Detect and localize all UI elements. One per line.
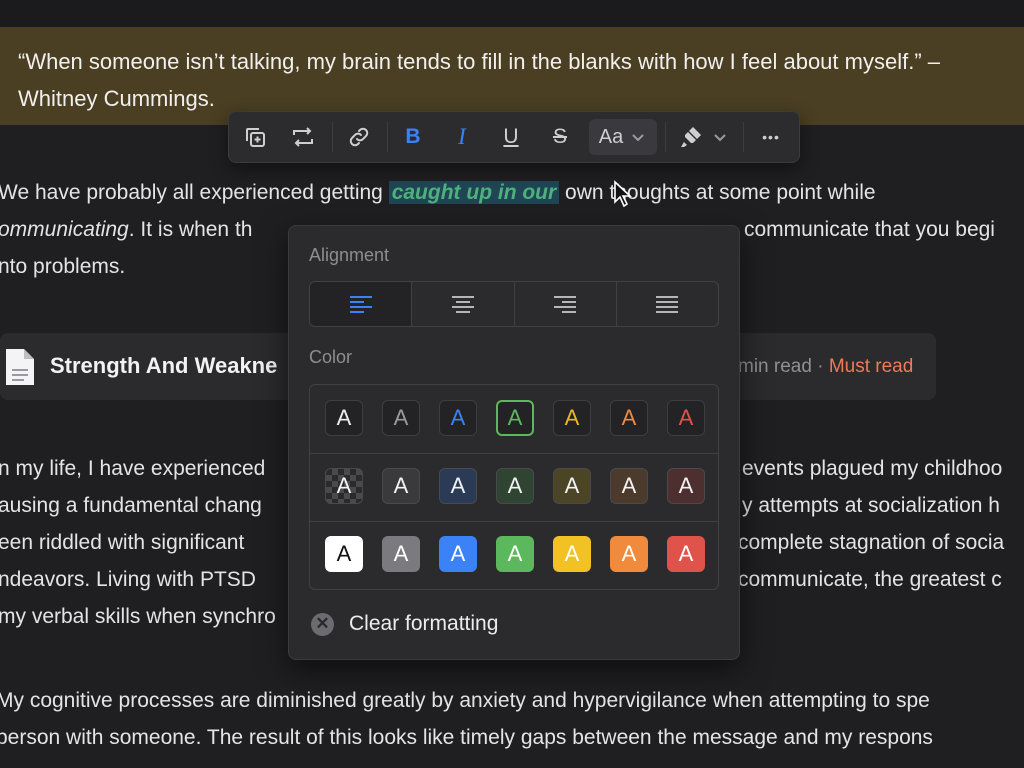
color-label: Color [309, 347, 353, 367]
link-button[interactable] [341, 119, 377, 155]
top-bar [0, 0, 1024, 27]
paragraph-1-line-2-right: communicate that you begi [744, 218, 995, 241]
quote-text: “When someone isn’t talking, my brain te… [18, 43, 1024, 117]
p1-italic: ommunicating [0, 218, 129, 241]
background-color-swatch[interactable]: A [439, 468, 477, 504]
text-color-swatch[interactable]: A [439, 400, 477, 436]
clear-formatting-label: Clear formatting [349, 612, 499, 635]
solid-color-swatch[interactable]: A [553, 536, 591, 572]
background-color-swatch[interactable]: A [610, 468, 648, 504]
text-color-swatch[interactable]: A [496, 400, 534, 436]
clear-formatting-button[interactable]: ✕ Clear formatting [311, 612, 498, 636]
text-style-label: Aa [598, 125, 624, 148]
solid-color-swatch[interactable]: A [439, 536, 477, 572]
crop-button[interactable] [285, 119, 321, 155]
crop-icon [293, 127, 313, 147]
strikethrough-button[interactable]: S [542, 119, 578, 155]
color-grid: AAAAAAA AAAAAAA AAAAAAA [309, 384, 719, 590]
chevron-down-icon [714, 134, 726, 142]
align-right-button[interactable] [515, 282, 617, 326]
p1-text-post: own thoughts at some point while [559, 181, 876, 204]
chevron-down-icon [632, 134, 644, 142]
text-style-dropdown[interactable]: Aa [589, 119, 657, 155]
align-justify-icon [656, 296, 679, 313]
paragraph-1-line-2: ommunicating. It is when th [0, 211, 252, 248]
card-meta: min read · Must read [738, 356, 913, 378]
align-left-button[interactable] [310, 282, 413, 326]
meta-dot: · [811, 356, 829, 377]
bold-button[interactable]: B [395, 119, 431, 155]
background-color-row: AAAAAAA [310, 453, 718, 522]
p2-right-1: events plagued my childhoo [742, 457, 1003, 480]
text-color-swatch[interactable]: A [325, 400, 363, 436]
must-read-badge: Must read [828, 356, 914, 377]
solid-color-swatch[interactable]: A [610, 536, 648, 572]
mouse-cursor-icon [614, 180, 633, 208]
align-justify-button[interactable] [617, 282, 718, 326]
align-left-icon [349, 296, 372, 313]
align-center-button[interactable] [412, 282, 515, 326]
duplicate-button[interactable] [237, 119, 273, 155]
p2-right-4: communicate, the greatest c [738, 568, 1002, 591]
text-color-swatch[interactable]: A [667, 400, 705, 436]
align-center-icon [451, 296, 474, 313]
quote-line-1: “When someone isn’t talking, my brain te… [18, 49, 940, 74]
read-time: min read [738, 356, 812, 377]
p3-line-1: My cognitive processes are diminished gr… [0, 689, 930, 712]
paragraph-1-line-1: We have probably all experienced getting… [0, 174, 876, 211]
p2-left-1: n my life, I have experienced [0, 457, 266, 480]
background-color-swatch[interactable]: A [382, 468, 420, 504]
alignment-group [309, 281, 719, 327]
highlight-dropdown[interactable] [673, 119, 735, 155]
close-circle-icon: ✕ [311, 612, 334, 636]
text-color-row: AAAAAAA [310, 385, 718, 454]
solid-color-swatch[interactable]: A [325, 536, 363, 572]
background-color-swatch[interactable]: A [667, 468, 705, 504]
format-popover: Alignment Color AAAAAAA AAAAAAA AAAAAAA … [288, 225, 740, 660]
p1-text-pre: We have probably all experienced getting [0, 181, 389, 204]
alignment-label: Alignment [309, 245, 390, 265]
p3-line-2: person with someone. The result of this … [0, 726, 933, 749]
solid-color-swatch[interactable]: A [667, 536, 705, 572]
solid-color-row: AAAAAAA [310, 521, 718, 589]
background-color-swatch[interactable]: A [553, 468, 591, 504]
solid-color-swatch[interactable]: A [496, 536, 534, 572]
p2-left-2: ausing a fundamental chang [0, 494, 262, 517]
background-color-swatch[interactable]: A [325, 468, 363, 504]
background-color-swatch[interactable]: A [496, 468, 534, 504]
text-color-swatch[interactable]: A [553, 400, 591, 436]
highlighter-icon [681, 127, 701, 147]
format-toolbar: B I U S Aa ••• [228, 111, 800, 163]
p1-l2-text: . It is when th [128, 218, 253, 241]
card-title: Strength And Weakne [50, 353, 278, 378]
solid-color-swatch[interactable]: A [382, 536, 420, 572]
p2-right-2: y attempts at socialization h [742, 494, 1000, 517]
document-icon [6, 349, 34, 385]
selected-text[interactable]: caught up in our [388, 181, 560, 204]
link-icon [349, 127, 369, 147]
text-color-swatch[interactable]: A [610, 400, 648, 436]
align-right-icon [554, 296, 577, 313]
more-button[interactable]: ••• [753, 119, 789, 155]
text-color-swatch[interactable]: A [382, 400, 420, 436]
paragraph-1-line-3: nto problems. [0, 255, 126, 278]
p2-left-4: ndeavors. Living with PTSD [0, 568, 256, 591]
underline-button[interactable]: U [493, 119, 529, 155]
duplicate-icon [246, 128, 265, 147]
p2-left-5: my verbal skills when synchro [0, 605, 276, 628]
p2-right-3: complete stagnation of socia [738, 531, 1005, 554]
p2-left-3: een riddled with significant [0, 531, 245, 554]
quote-line-2: Whitney Cummings. [18, 86, 215, 111]
italic-button[interactable]: I [444, 119, 480, 155]
